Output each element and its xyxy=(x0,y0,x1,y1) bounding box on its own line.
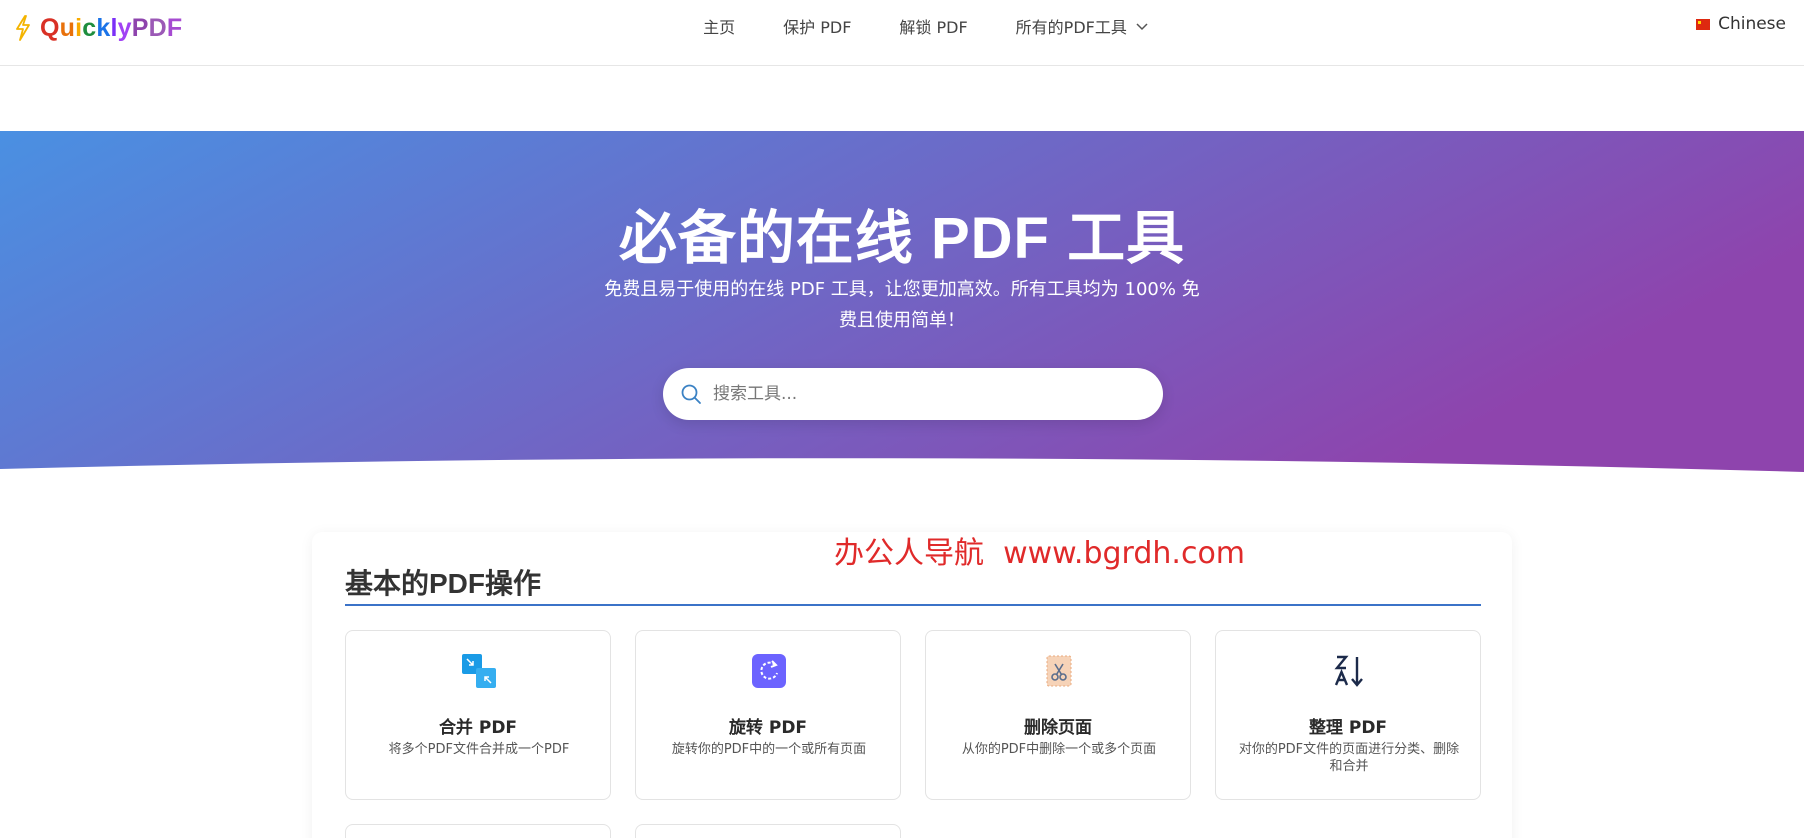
nav-item-protect-pdf[interactable]: 保护 PDF xyxy=(783,14,851,38)
hero-banner: 必备的在线 PDF 工具 免费且易于使用的在线 PDF 工具，让您更加高效。所有… xyxy=(0,131,1804,487)
tool-description: 将多个PDF文件合并成一个PDF xyxy=(388,742,570,757)
nav-item-unlock-pdf[interactable]: 解锁 PDF xyxy=(899,14,967,38)
tool-card-organize-pdf[interactable]: 整理 PDF 对你的PDF文件的页面进行分类、删除和合并 xyxy=(1215,630,1481,800)
watermark-text: 办公人导航 www.bgrdh.com xyxy=(834,536,1246,571)
tool-card-rotate-pdf[interactable]: 旋转 PDF 旋转你的PDF中的一个或所有页面 xyxy=(635,630,901,800)
search-input[interactable] xyxy=(713,384,1133,404)
tool-description: 从你的PDF中删除一个或多个页面 xyxy=(961,742,1157,757)
search-box[interactable] xyxy=(663,368,1163,420)
tool-name: 旋转 PDF xyxy=(728,718,808,738)
hero-subtitle: 免费且易于使用的在线 PDF 工具，让您更加高效。所有工具均为 100% 免费且… xyxy=(604,279,1200,331)
hero-title: 必备的在线 PDF 工具 xyxy=(618,206,1186,271)
nav-item-all-tools[interactable]: 所有的PDF工具 xyxy=(1016,14,1151,38)
main-nav: 主页 保护 PDF 解锁 PDF 所有的PDF工具 xyxy=(0,0,1804,52)
tool-description: 旋转你的PDF中的一个或所有页面 xyxy=(671,742,867,757)
rotate-icon xyxy=(751,653,787,689)
section-title: 基本的PDF操作 xyxy=(345,568,542,599)
sort-za-icon xyxy=(1331,653,1367,689)
search-icon xyxy=(679,382,703,406)
tool-card-merge-pdf[interactable]: 合并 PDF 将多个PDF文件合并成一个PDF xyxy=(345,630,611,800)
tool-card-partial[interactable] xyxy=(635,824,901,838)
chevron-down-icon xyxy=(1135,18,1151,34)
tool-name: 删除页面 xyxy=(1024,718,1092,738)
tools-panel: 基本的PDF操作 合并 PDF 将多个PDF文件合并成一个PDF 旋转 PDF … xyxy=(312,532,1512,838)
tool-card-delete-pages[interactable]: 删除页面 从你的PDF中删除一个或多个页面 xyxy=(925,630,1191,800)
nav-label: 保护 PDF xyxy=(783,18,852,37)
china-flag-icon xyxy=(1696,18,1711,30)
nav-label: 主页 xyxy=(703,18,736,37)
section-divider xyxy=(345,604,1481,606)
site-header: QuicklyPDF 主页 保护 PDF 解锁 PDF 所有的PDF工具 Chi… xyxy=(0,0,1804,66)
nav-label: 所有的PDF工具 xyxy=(1015,18,1127,37)
language-label: Chinese xyxy=(1718,14,1786,34)
tool-name: 合并 PDF xyxy=(438,718,518,738)
scissors-page-icon xyxy=(1041,653,1077,689)
tool-card-partial[interactable] xyxy=(345,824,611,838)
nav-item-home[interactable]: 主页 xyxy=(703,14,735,38)
tool-description: 对你的PDF文件的页面进行分类、删除和合并 xyxy=(1238,742,1460,774)
nav-label: 解锁 PDF xyxy=(899,18,968,37)
merge-icon xyxy=(461,653,497,689)
language-selector[interactable]: Chinese xyxy=(1696,14,1786,34)
tool-name: 整理 PDF xyxy=(1308,718,1388,738)
